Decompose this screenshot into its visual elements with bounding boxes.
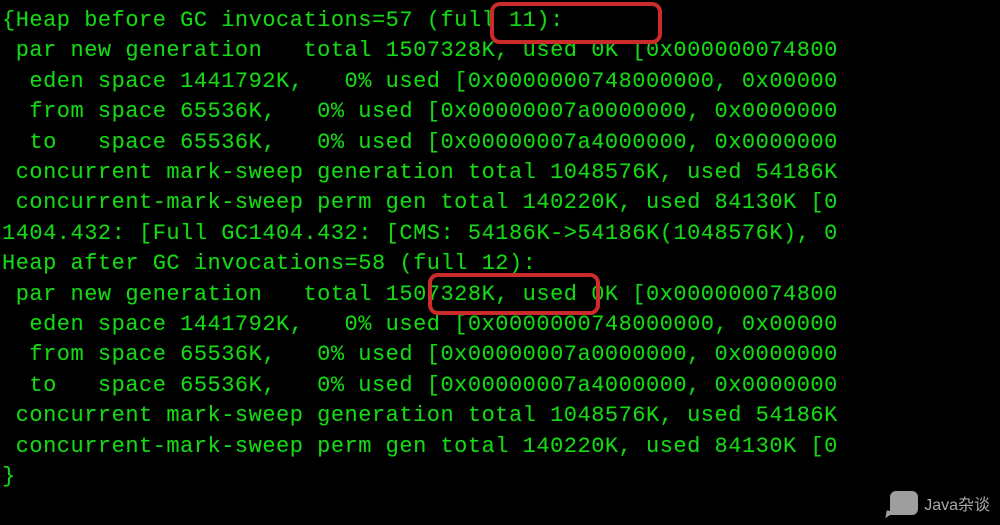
chat-bubble-icon: [890, 491, 918, 515]
watermark: Java杂谈: [890, 491, 990, 515]
terminal-output: {Heap before GC invocations=57 (full 11)…: [0, 0, 1000, 493]
terminal-line: from space 65536K, 0% used [0x00000007a0…: [2, 97, 1000, 127]
terminal-line: to space 65536K, 0% used [0x00000007a400…: [2, 371, 1000, 401]
terminal-line: }: [2, 462, 1000, 492]
terminal-line: to space 65536K, 0% used [0x00000007a400…: [2, 128, 1000, 158]
terminal-line: 1404.432: [Full GC1404.432: [CMS: 54186K…: [2, 219, 1000, 249]
terminal-line: concurrent-mark-sweep perm gen total 140…: [2, 188, 1000, 218]
terminal-line: concurrent-mark-sweep perm gen total 140…: [2, 432, 1000, 462]
terminal-line: concurrent mark-sweep generation total 1…: [2, 401, 1000, 431]
watermark-text: Java杂谈: [924, 491, 990, 515]
annotation-box: [490, 2, 662, 44]
terminal-line: eden space 1441792K, 0% used [0x00000007…: [2, 67, 1000, 97]
terminal-line: concurrent mark-sweep generation total 1…: [2, 158, 1000, 188]
annotation-box: [428, 273, 600, 315]
terminal-line: from space 65536K, 0% used [0x00000007a0…: [2, 340, 1000, 370]
